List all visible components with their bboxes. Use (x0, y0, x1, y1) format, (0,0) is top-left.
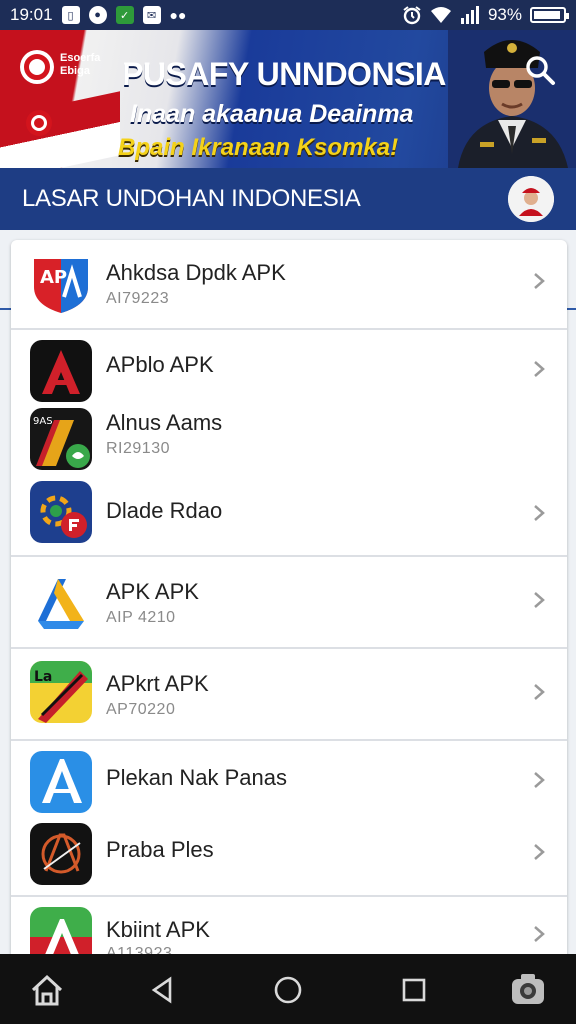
chevron-right-icon (534, 926, 545, 942)
app-logo-icon (30, 481, 92, 543)
app-name: APblo APK (106, 352, 214, 377)
secondary-logo (26, 110, 52, 136)
promo-banner[interactable]: Esoerfa Ebiga PUSAFY UNNDONSIA Inaan aka… (0, 30, 576, 168)
home-icon[interactable] (27, 970, 67, 1010)
svg-text:La: La (34, 669, 52, 685)
camera-icon[interactable] (508, 970, 548, 1010)
section-header: LASAR UNDOHAN INDONESIA (0, 168, 576, 230)
chevron-right-icon (534, 273, 545, 289)
list-item[interactable]: Plekan Nak Panas (11, 741, 567, 817)
svg-text:9AS: 9AS (33, 416, 53, 427)
status-time: 19:01 (10, 5, 53, 24)
navigation-bar (0, 954, 576, 1024)
app-name: Kbiint APK (106, 917, 210, 942)
officer-portrait (448, 30, 576, 168)
app-logo-icon (30, 751, 92, 813)
banner-tagline: Bpain Ikranaan Ksomka! (118, 134, 399, 161)
app-code: RI29130 (106, 440, 170, 457)
app-code: AP70220 (106, 701, 176, 718)
mail-icon: ✉ (142, 6, 161, 24)
section-title: LASAR UNDOHAN INDONESIA (22, 185, 361, 212)
back-icon[interactable] (142, 970, 182, 1010)
app-name: Ahkdsa Dpdk APK (106, 260, 286, 285)
alarm-icon (403, 6, 421, 25)
chevron-right-icon (534, 772, 545, 788)
list-item[interactable]: 9AS Alnus Aams RI29130 (11, 398, 567, 470)
app-name: Alnus Aams (106, 410, 223, 435)
banner-title: PUSAFY UNNDONSIA (122, 56, 446, 92)
app-logo-icon: 9AS (30, 408, 92, 470)
list-item[interactable]: APK APK AIP 4210 (11, 557, 567, 647)
app-notification-icon: ● (88, 6, 107, 24)
circle-home-icon[interactable] (268, 970, 308, 1010)
brand-text-line2: Ebiga (60, 65, 90, 77)
chevron-right-icon (534, 505, 545, 521)
avatar-icon (508, 176, 554, 222)
chevron-right-icon (534, 844, 545, 860)
flag-decoration (0, 91, 120, 168)
app-name: APkrt APK (106, 671, 209, 696)
svg-text:AP: AP (40, 267, 67, 288)
app-logo-icon (30, 823, 92, 885)
chevron-right-icon (534, 361, 545, 377)
app-code: AIP 4210 (106, 609, 176, 626)
battery-icon (530, 7, 569, 23)
app-logo-icon (30, 571, 92, 633)
banner-subtitle: Inaan akaanua Deainma (130, 100, 414, 128)
list-item[interactable]: La APkrt APK AP70220 (11, 649, 567, 739)
search-icon[interactable] (522, 52, 558, 88)
recents-icon[interactable] (394, 970, 434, 1010)
list-item[interactable]: Kbiint APK A113923 (11, 897, 567, 960)
app-name: Praba Ples (106, 837, 214, 862)
app-list: AP Ahkdsa Dpdk APK AI79223 APblo APK 9AS… (11, 240, 567, 960)
app-name: APK APK (106, 579, 199, 604)
brand-logo (20, 50, 54, 84)
chevron-right-icon (534, 592, 545, 608)
wifi-icon (430, 7, 451, 23)
signal-icon (460, 6, 479, 24)
chevron-right-icon (534, 684, 545, 700)
app-logo-icon: La (30, 661, 92, 723)
app-logo-icon (30, 340, 92, 402)
brand-text-line1: Esoerfa (60, 52, 101, 64)
status-bar: 19:01 ▯ ● ✓ ✉ ●● 93% (0, 0, 576, 30)
brand-text: Esoerfa Ebiga (60, 52, 100, 78)
battery-percent: 93% (487, 5, 522, 24)
list-item[interactable]: APblo APK (11, 330, 567, 402)
sim-icon: ▯ (61, 6, 80, 24)
list-item[interactable]: Praba Ples (11, 817, 567, 895)
avatar[interactable] (508, 176, 554, 222)
app-name: Dlade Rdao (106, 498, 223, 523)
app-logo-icon: AP (30, 253, 92, 315)
image-icon: ✓ (115, 6, 134, 24)
app-logo-icon (30, 907, 92, 960)
list-item[interactable]: AP Ahkdsa Dpdk APK AI79223 (11, 240, 567, 328)
more-icon: ●● (169, 7, 187, 23)
app-name: Plekan Nak Panas (106, 765, 287, 790)
app-code: AI79223 (106, 290, 170, 307)
list-item[interactable]: Dlade Rdao (11, 470, 567, 554)
